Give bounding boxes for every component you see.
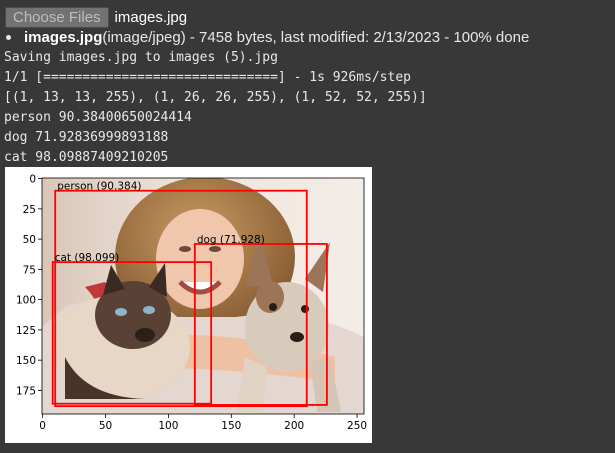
uploaded-file-name: images.jpg xyxy=(24,28,103,46)
x-tick-label: 50 xyxy=(99,420,112,432)
file-upload-widget: Choose Files images.jpg xyxy=(5,6,187,28)
bullet-icon xyxy=(6,34,11,40)
uploaded-file-details: (image/jpeg) - 7458 bytes, last modified… xyxy=(102,28,530,46)
y-tick-label: 175 xyxy=(16,385,36,397)
y-tick-label: 0 xyxy=(29,174,36,186)
y-tick-label: 100 xyxy=(16,295,36,307)
y-tick-label: 50 xyxy=(23,234,36,246)
selected-file-name: images.jpg xyxy=(114,8,188,26)
y-tick-label: 25 xyxy=(23,204,36,216)
photo-image xyxy=(42,178,364,414)
detection-label: dog (71.928) xyxy=(197,234,265,246)
x-tick-label: 100 xyxy=(158,420,178,432)
output-line: dog 71.92836999893188 xyxy=(4,130,169,145)
output-line: Saving images.jpg to images (5).jpg xyxy=(4,50,278,65)
y-tick-label: 125 xyxy=(16,325,36,337)
y-tick-label: 75 xyxy=(23,264,36,276)
x-tick-label: 200 xyxy=(284,420,304,432)
detection-plot-svg: person (90.384)dog (71.928)cat (98.099) … xyxy=(16,174,367,432)
detection-label: person (90.384) xyxy=(57,181,141,193)
x-tick-label: 150 xyxy=(221,420,241,432)
cell-output: Saving images.jpg to images (5).jpg 1/1 … xyxy=(4,48,427,168)
output-line: cat 98.09887409210205 xyxy=(4,150,169,165)
y-tick-label: 150 xyxy=(16,355,36,367)
detection-label: cat (98.099) xyxy=(55,252,120,264)
uploaded-file-item: images.jpg (image/jpeg) - 7458 bytes, las… xyxy=(5,28,529,46)
output-line: [(1, 13, 13, 255), (1, 26, 26, 255), (1,… xyxy=(4,90,427,105)
choose-files-button[interactable]: Choose Files xyxy=(5,6,109,28)
x-tick-label: 0 xyxy=(39,420,46,432)
x-tick-label: 250 xyxy=(347,420,367,432)
output-line: person 90.38400650024414 xyxy=(4,110,192,125)
output-line: 1/1 [==============================] - 1… xyxy=(4,70,411,85)
detection-plot: person (90.384) dog (71.928) cat (98.099) … xyxy=(5,167,372,443)
